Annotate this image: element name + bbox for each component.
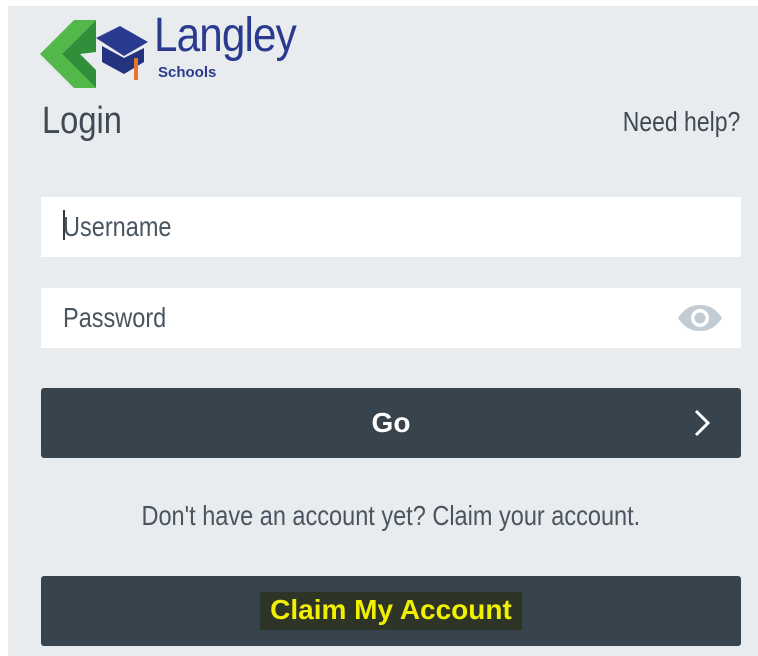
page-title: Login [42, 100, 122, 142]
go-button[interactable]: Go [41, 388, 741, 458]
langley-schools-logo: Langley Schools [40, 9, 340, 92]
password-placeholder: Password [63, 302, 167, 333]
logo-wordmark: Langley [154, 9, 297, 62]
go-button-label: Go [371, 407, 411, 438]
claim-button-label: Claim My Account [260, 592, 522, 630]
claim-my-account-button[interactable]: Claim My Account [41, 576, 741, 646]
logo-subtitle: Schools [158, 64, 217, 81]
logo-mark-icon [40, 20, 148, 88]
eye-icon[interactable] [677, 304, 723, 332]
login-panel: Langley Schools Login Need help? Usernam… [8, 6, 758, 656]
chevron-right-icon [694, 409, 711, 437]
need-help-link[interactable]: Need help? [623, 106, 740, 138]
claim-account-prompt: Don't have an account yet? Claim your ac… [141, 500, 641, 531]
password-field[interactable]: Password [41, 288, 741, 348]
username-field[interactable]: Username [41, 197, 741, 257]
username-placeholder: Username [63, 211, 172, 242]
